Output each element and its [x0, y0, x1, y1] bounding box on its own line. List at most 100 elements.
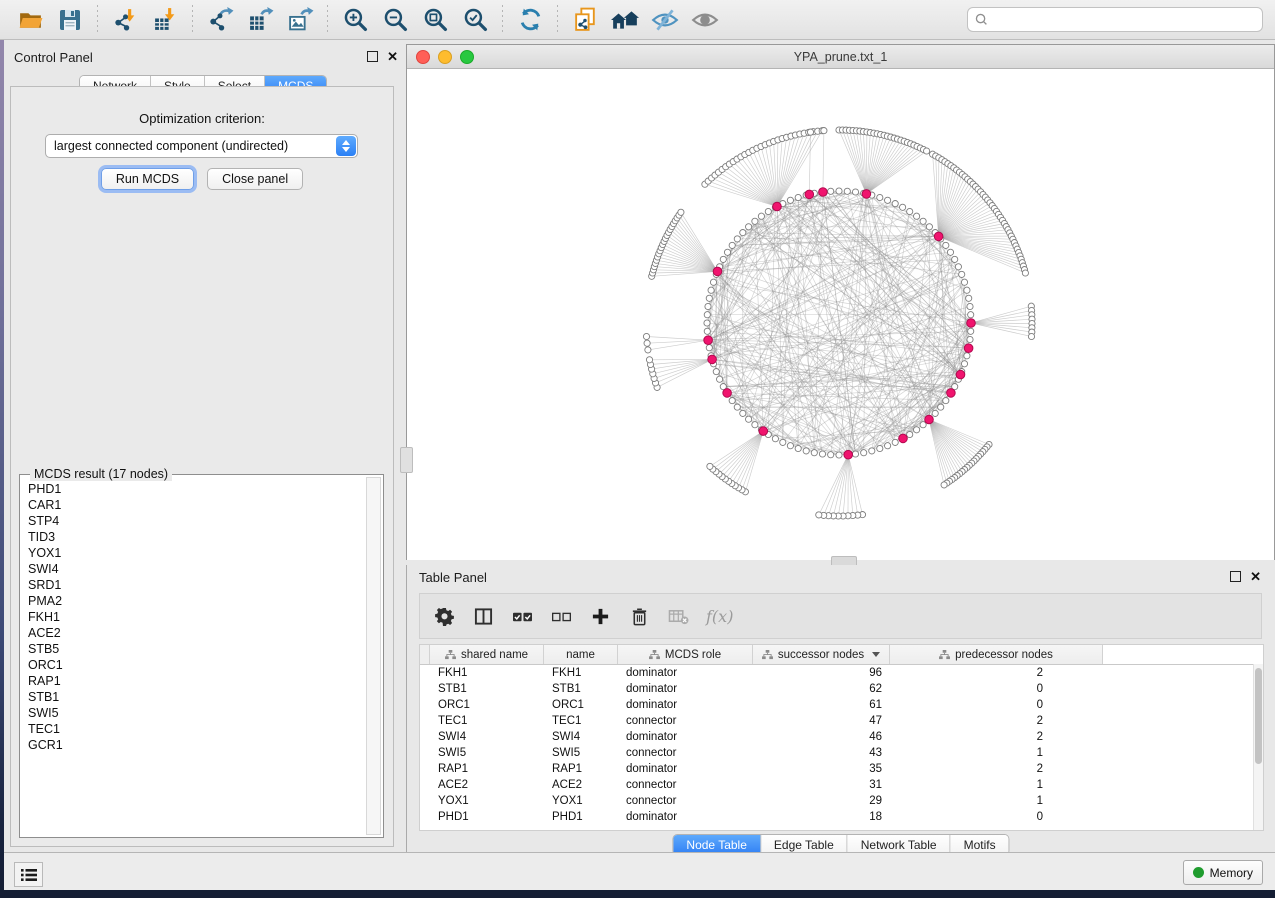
table-cell: SWI5 — [544, 745, 618, 761]
mcds-result-list[interactable]: PHD1CAR1STP4TID3YOX1SWI4SRD1PMA2FKH1ACE2… — [21, 481, 367, 835]
zoom-selected-button[interactable] — [460, 5, 490, 35]
network-window-titlebar[interactable]: YPA_prune.txt_1 — [407, 45, 1274, 69]
apply-layout-button[interactable] — [515, 5, 545, 35]
zoom-in-button[interactable] — [340, 5, 370, 35]
mcds-result-item[interactable]: PMA2 — [28, 593, 367, 609]
mcds-result-item[interactable]: STB5 — [28, 641, 367, 657]
close-panel-icon[interactable]: ✕ — [1250, 570, 1261, 583]
mcds-result-item[interactable]: STB1 — [28, 689, 367, 705]
table-row[interactable]: FKH1FKH1dominator962 — [420, 665, 1263, 681]
vertical-splitter-handle[interactable] — [400, 447, 413, 473]
hide-selected-button[interactable] — [650, 5, 680, 35]
zoom-out-button[interactable] — [380, 5, 410, 35]
table-row[interactable]: YOX1YOX1connector291 — [420, 793, 1263, 809]
table-cell: 1 — [890, 777, 1103, 793]
homes-button[interactable] — [610, 5, 640, 35]
table-cell: 43 — [753, 745, 890, 761]
add-column-icon — [591, 607, 610, 626]
table-cell: 2 — [890, 761, 1103, 777]
new-network-from-selection-button[interactable] — [570, 5, 600, 35]
save-session-button[interactable] — [55, 5, 85, 35]
table-cell: RAP1 — [430, 761, 544, 777]
table-row[interactable]: PHD1PHD1dominator180 — [420, 809, 1263, 825]
network-window: YPA_prune.txt_1 — [406, 44, 1275, 560]
row-gutter — [420, 645, 430, 664]
clear-selection-button[interactable] — [550, 605, 572, 627]
mcds-result-item[interactable]: STP4 — [28, 513, 367, 529]
mcds-result-item[interactable]: SWI5 — [28, 705, 367, 721]
gear-icon — [435, 607, 454, 626]
table-cell: 96 — [753, 665, 890, 681]
column-header-mcds-role[interactable]: MCDS role — [618, 645, 753, 664]
open-session-button[interactable] — [15, 5, 45, 35]
column-header-shared-name[interactable]: shared name — [430, 645, 544, 664]
homes-icon — [611, 6, 639, 34]
network-canvas[interactable] — [407, 69, 1274, 560]
delete-table-button[interactable] — [667, 605, 689, 627]
add-column-button[interactable] — [589, 605, 611, 627]
table-row[interactable]: TEC1TEC1connector472 — [420, 713, 1263, 729]
close-panel-icon[interactable]: ✕ — [387, 50, 398, 63]
mcds-result-item[interactable]: YOX1 — [28, 545, 367, 561]
table-row[interactable]: ACE2ACE2connector311 — [420, 777, 1263, 793]
table-cell — [420, 777, 430, 793]
memory-button[interactable]: Memory — [1183, 860, 1263, 885]
table-cell: RAP1 — [544, 761, 618, 777]
zoom-fit-button[interactable] — [420, 5, 450, 35]
optimization-criterion-select[interactable]: largest connected component (undirected) — [45, 134, 358, 158]
column-header-name[interactable]: name — [544, 645, 618, 664]
table-cell: PHD1 — [544, 809, 618, 825]
table-cell: 1 — [890, 793, 1103, 809]
table-row[interactable]: STB1STB1dominator620 — [420, 681, 1263, 697]
column-header-successor-nodes[interactable]: successor nodes — [753, 645, 890, 664]
delete-button[interactable] — [628, 605, 650, 627]
export-image-button[interactable] — [285, 5, 315, 35]
run-mcds-button[interactable]: Run MCDS — [101, 168, 194, 190]
control-panel: Control Panel ✕ Network Style Select MCD… — [4, 44, 406, 852]
table-cell: 2 — [890, 665, 1103, 681]
list-icon — [21, 868, 37, 882]
table-scrollbar[interactable] — [1253, 664, 1263, 830]
mcds-result-item[interactable]: TEC1 — [28, 721, 367, 737]
table-row[interactable]: ORC1ORC1dominator610 — [420, 697, 1263, 713]
table-row[interactable]: RAP1RAP1dominator352 — [420, 761, 1263, 777]
toolbar-separator — [327, 5, 328, 35]
function-builder-button[interactable]: f(x) — [706, 607, 733, 626]
mcds-result-item[interactable]: ACE2 — [28, 625, 367, 641]
column-header-predecessor-nodes[interactable]: predecessor nodes — [890, 645, 1103, 664]
table-scrollbar-thumb[interactable] — [1255, 668, 1262, 764]
mcds-list-scrollbar[interactable] — [366, 477, 381, 835]
import-table-button[interactable] — [150, 5, 180, 35]
mcds-result-item[interactable]: FKH1 — [28, 609, 367, 625]
table-cell: dominator — [618, 809, 753, 825]
close-panel-button[interactable]: Close panel — [207, 168, 303, 190]
table-cell: dominator — [618, 729, 753, 745]
task-history-button[interactable] — [14, 862, 43, 887]
export-network-button[interactable] — [205, 5, 235, 35]
mcds-result-item[interactable]: ORC1 — [28, 657, 367, 673]
mcds-result-item[interactable]: CAR1 — [28, 497, 367, 513]
mcds-result-item[interactable]: TID3 — [28, 529, 367, 545]
new-network-from-selection-icon — [572, 6, 599, 33]
mcds-result-item[interactable]: RAP1 — [28, 673, 367, 689]
export-table-button[interactable] — [245, 5, 275, 35]
table-cell: SWI5 — [430, 745, 544, 761]
table-cell — [420, 681, 430, 697]
search-box[interactable] — [967, 7, 1263, 32]
gear-button[interactable] — [433, 605, 455, 627]
float-window-icon[interactable] — [367, 51, 378, 62]
select-all-button[interactable] — [511, 605, 533, 627]
import-network-button[interactable] — [110, 5, 140, 35]
mcds-result-item[interactable]: SRD1 — [28, 577, 367, 593]
table-row[interactable]: SWI5SWI5connector431 — [420, 745, 1263, 761]
column-chooser-button[interactable] — [472, 605, 494, 627]
float-window-icon[interactable] — [1230, 571, 1241, 582]
show-all-button[interactable] — [690, 5, 720, 35]
mcds-result-item[interactable]: PHD1 — [28, 481, 367, 497]
mcds-result-item[interactable]: SWI4 — [28, 561, 367, 577]
search-input[interactable] — [989, 12, 1262, 28]
table-row[interactable]: SWI4SWI4dominator462 — [420, 729, 1263, 745]
export-table-icon — [247, 6, 274, 33]
sitemap-icon — [939, 650, 950, 660]
mcds-result-item[interactable]: GCR1 — [28, 737, 367, 753]
